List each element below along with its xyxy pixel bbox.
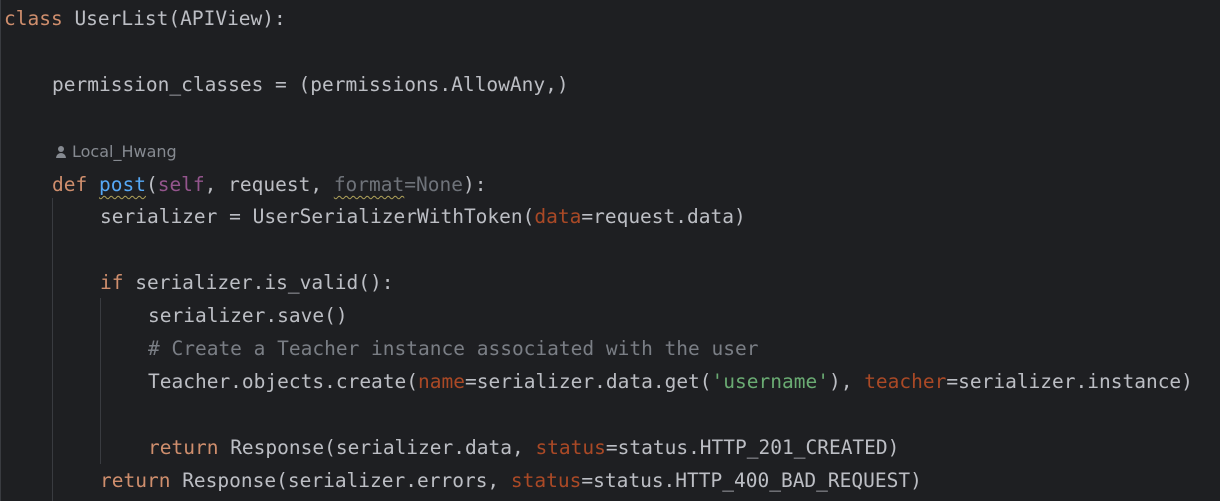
code-author-hint[interactable]: Local_Hwang (55, 140, 177, 164)
keyword-if: if (100, 271, 124, 294)
code-line[interactable]: serializer.save() (148, 299, 348, 332)
keyword-return: return (148, 436, 219, 459)
permission-classes-assignment: permission_classes = (permissions.AllowA… (52, 73, 569, 96)
code-line[interactable]: if serializer.is_valid(): (100, 266, 394, 299)
unused-parameter: format (333, 173, 405, 196)
author-name: Local_Hwang (72, 142, 177, 161)
code-line[interactable]: return Response(serializer.errors, statu… (100, 464, 922, 497)
named-argument: status (510, 469, 582, 492)
user-icon (55, 146, 67, 158)
code-line[interactable]: class UserList(APIView): (4, 2, 286, 35)
comment: # Create a Teacher instance associated w… (148, 337, 759, 360)
keyword-return: return (100, 469, 171, 492)
function-name: post (98, 173, 146, 196)
named-argument: teacher (864, 370, 947, 393)
indent-guide (52, 198, 53, 501)
string-literal: 'username' (711, 370, 829, 393)
keyword-class: class (4, 7, 63, 30)
code-line[interactable]: serializer = UserSerializerWithToken(dat… (100, 200, 746, 233)
code-line[interactable]: Teacher.objects.create(name=serializer.d… (148, 365, 1193, 398)
class-declaration: UserList(APIView): (62, 7, 286, 30)
code-line[interactable]: def post(self, request, format=None): (52, 168, 486, 201)
named-argument: status (535, 436, 606, 459)
keyword-def: def (52, 173, 88, 196)
code-line[interactable]: # Create a Teacher instance associated w… (148, 332, 758, 365)
code-editor[interactable]: class UserList(APIView): permission_clas… (0, 0, 1220, 501)
named-argument: data (534, 205, 582, 228)
self-parameter: self (157, 173, 205, 196)
code-line[interactable]: return Response(serializer.data, status=… (148, 431, 899, 464)
indent-guide (0, 0, 1, 501)
indent-guide (100, 298, 101, 464)
code-line[interactable]: permission_classes = (permissions.AllowA… (52, 68, 569, 101)
named-argument: name (418, 370, 465, 393)
